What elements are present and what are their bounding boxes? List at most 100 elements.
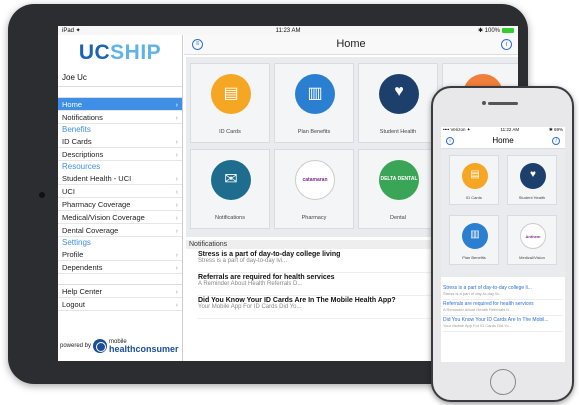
tile-notifications[interactable]: ✉ Notifications xyxy=(190,149,270,229)
iphone-screen: •••• Verizon ✦ 11:22 AM ✱ 69% ≡ Home i ▤… xyxy=(441,127,565,362)
tile-glyph: ▤ xyxy=(223,85,239,102)
sidebar-item-dependents[interactable]: Dependents › xyxy=(58,261,182,274)
chevron-right-icon: › xyxy=(175,100,179,109)
tile-glyph: DELTA DENTAL xyxy=(380,176,418,182)
chevron-right-icon: › xyxy=(175,150,179,159)
tile-label: Student Health xyxy=(518,195,546,200)
notification-row[interactable]: Stress is a part of day-to-day college l… xyxy=(443,285,563,300)
iphone-info-icon[interactable]: i xyxy=(552,137,560,145)
tile-medical-vision[interactable]: Anthem Medical/Vision xyxy=(507,215,557,265)
tile-label: Medical/Vision xyxy=(519,255,545,260)
info-icon[interactable]: i xyxy=(501,39,512,50)
sidebar-item-label: Dental Coverage xyxy=(62,226,119,235)
sidebar-item-label: Medical/Vision Coverage xyxy=(62,213,145,222)
chevron-right-icon: › xyxy=(175,250,179,259)
sidebar-item-label: Logout xyxy=(62,300,85,309)
sidebar-section-settings: Settings xyxy=(62,238,91,247)
heart-monitor-icon: ♥ xyxy=(379,74,419,114)
main-header: ≡ Home i xyxy=(184,35,518,55)
iphone-speaker xyxy=(488,102,518,105)
sidebar-nav: Home › Notifications › Benefits ID Cards › Desc… xyxy=(58,98,182,311)
sidebar-section-resources: Resources xyxy=(62,162,101,171)
chevron-right-icon: › xyxy=(175,174,179,183)
sidebar-item-pharmacy-coverage[interactable]: Pharmacy Coverage › xyxy=(58,198,182,211)
sidebar-item-notifications[interactable]: Notifications › xyxy=(58,111,182,124)
notification-preview: A Reminder About Health Referrals D... xyxy=(443,307,513,312)
tile-glyph: ▥ xyxy=(307,85,323,102)
iphone-battery: ✱ 69% xyxy=(548,127,563,132)
tile-plan-benefits[interactable]: ▥ Plan Benefits xyxy=(274,63,354,143)
notification-row[interactable]: Did You Know Your ID Cards Are In The Mo… xyxy=(443,317,563,332)
sidebar-item-medical-vision-coverage[interactable]: Medical/Vision Coverage › xyxy=(58,211,182,224)
status-time: 11:23 AM xyxy=(275,27,301,34)
sidebar-spacer xyxy=(58,274,182,285)
iphone-home-button[interactable] xyxy=(490,369,516,395)
chevron-right-icon: › xyxy=(175,300,179,309)
sidebar-item-label: Home xyxy=(62,100,83,109)
anthem-logo: Anthem xyxy=(520,223,546,249)
logo-uc: UC xyxy=(78,41,111,64)
document-icon: ▥ xyxy=(462,223,488,249)
sidebar-item-logout[interactable]: Logout › xyxy=(58,298,182,311)
chevron-right-icon: › xyxy=(175,287,179,296)
sidebar-item-label: Profile xyxy=(62,250,84,259)
sidebar-item-student-health-uci[interactable]: Student Health - UCI › xyxy=(58,172,182,185)
iphone-status-bar: •••• Verizon ✦ 11:22 AM ✱ 69% xyxy=(441,127,565,134)
delta-dental-logo: DELTA DENTAL xyxy=(379,160,419,200)
tile-label: Plan Benefits xyxy=(297,129,331,135)
iphone-time: 11:22 AM xyxy=(500,127,520,132)
sidebar-spacer xyxy=(58,87,182,98)
sidebar-item-dental-coverage[interactable]: Dental Coverage › xyxy=(58,224,182,237)
sidebar: UCSHIP Joe Uc Home › Notifications › Benefit… xyxy=(58,35,183,361)
sidebar-item-label: Pharmacy Coverage xyxy=(62,200,131,209)
envelope-icon: ✉ xyxy=(211,160,251,200)
sidebar-item-id-cards[interactable]: ID Cards › xyxy=(58,135,182,148)
sidebar-item-label: UCI xyxy=(62,187,75,196)
tile-glyph: ▥ xyxy=(470,229,480,240)
chevron-right-icon: › xyxy=(175,213,179,222)
chevron-right-icon: › xyxy=(175,137,179,146)
powered-prefix: powered by xyxy=(60,343,92,349)
catamaran-logo: catamaran xyxy=(295,160,335,200)
tile-label: ID Cards xyxy=(466,195,482,200)
sidebar-item-home[interactable]: Home › xyxy=(58,98,182,111)
notification-row[interactable]: Referrals are required for health servic… xyxy=(443,301,563,316)
tile-glyph: ▤ xyxy=(470,169,480,180)
notification-preview: Stress is a part of day-to-day liv... xyxy=(443,291,503,296)
chevron-right-icon: › xyxy=(175,200,179,209)
sidebar-item-help-center[interactable]: Help Center › xyxy=(58,285,182,298)
ipad-status-bar: iPad ✦ 11:23 AM ✱ 100% xyxy=(58,26,518,35)
tile-pharmacy[interactable]: catamaran Pharmacy xyxy=(274,149,354,229)
sidebar-item-label: Descriptions xyxy=(62,150,104,159)
chevron-right-icon: › xyxy=(175,113,179,122)
logo-ship: SHIP xyxy=(110,41,162,64)
tile-plan-benefits[interactable]: ▥ Plan Benefits xyxy=(449,215,499,265)
notification-preview: Your Mobile App For ID Cards Did Yo... xyxy=(443,323,512,328)
chevron-right-icon: › xyxy=(175,187,179,196)
tile-label: Plan Benefits xyxy=(462,255,486,260)
tile-label: Student Health xyxy=(379,129,417,135)
tile-id-cards[interactable]: ▤ ID Cards xyxy=(449,155,499,205)
brand-main: healthconsumer xyxy=(109,344,179,354)
iphone-camera xyxy=(482,101,486,105)
tile-label: Notifications xyxy=(215,215,245,221)
tile-student-health[interactable]: ♥ Student Health xyxy=(507,155,557,205)
tile-glyph: ♥ xyxy=(394,83,404,100)
ipad-camera xyxy=(39,192,45,198)
chevron-right-icon: › xyxy=(175,263,179,272)
sidebar-item-profile[interactable]: Profile › xyxy=(58,248,182,261)
tile-dental[interactable]: DELTA DENTAL Dental xyxy=(358,149,438,229)
sidebar-item-uci[interactable]: UCI › xyxy=(58,185,182,198)
tile-glyph: ✉ xyxy=(224,171,238,188)
sidebar-item-label: Dependents xyxy=(62,263,103,272)
tile-label: Dental xyxy=(390,215,406,221)
chevron-right-icon: › xyxy=(175,226,179,235)
iphone-header: ≡ Home i xyxy=(441,134,565,149)
mobile-health-consumer-logo: mobile healthconsumer xyxy=(109,339,179,354)
tile-student-health[interactable]: ♥ Student Health xyxy=(358,63,438,143)
tile-glyph: catamaran xyxy=(302,177,328,183)
powered-by: powered by mobile healthconsumer xyxy=(60,339,179,354)
sidebar-item-descriptions[interactable]: Descriptions › xyxy=(58,148,182,161)
tile-id-cards[interactable]: ▤ ID Cards xyxy=(190,63,270,143)
sidebar-section-benefits: Benefits xyxy=(62,125,91,134)
